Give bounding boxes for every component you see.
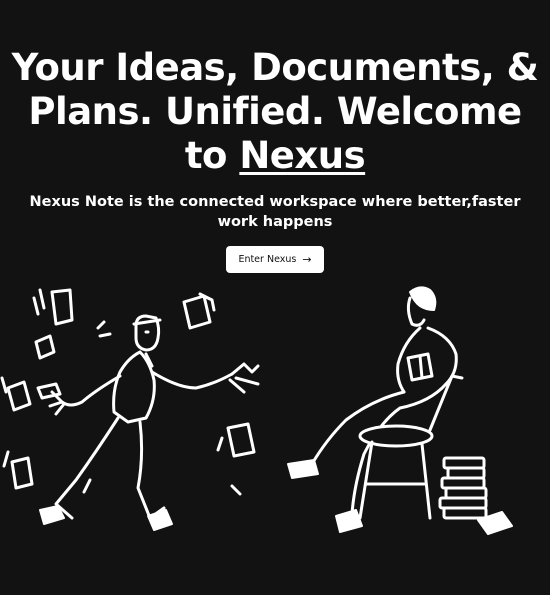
enter-nexus-label: Enter Nexus [238,254,297,265]
headline-prefix: to [184,134,240,177]
flying-papers-icon [0,288,256,496]
hero-section: Your Ideas, Documents, & Plans. Unified.… [0,46,550,273]
stressed-man-illustration [0,288,260,531]
landing-page: Your Ideas, Documents, & Plans. Unified.… [0,0,550,595]
brand-name: Nexus [239,134,366,177]
hero-subtitle: Nexus Note is the connected workspace wh… [29,194,521,230]
reading-woman-illustration [287,286,513,535]
hero-illustration [0,286,513,535]
arrow-right-icon: → [302,253,312,266]
hero-headline: Your Ideas, Documents, & Plans. Unified.… [5,46,545,178]
headline-line-1: Your Ideas, Documents, & [11,46,539,89]
enter-nexus-button[interactable]: Enter Nexus → [226,246,324,273]
headline-line-2: Plans. Unified. Welcome [28,90,522,133]
